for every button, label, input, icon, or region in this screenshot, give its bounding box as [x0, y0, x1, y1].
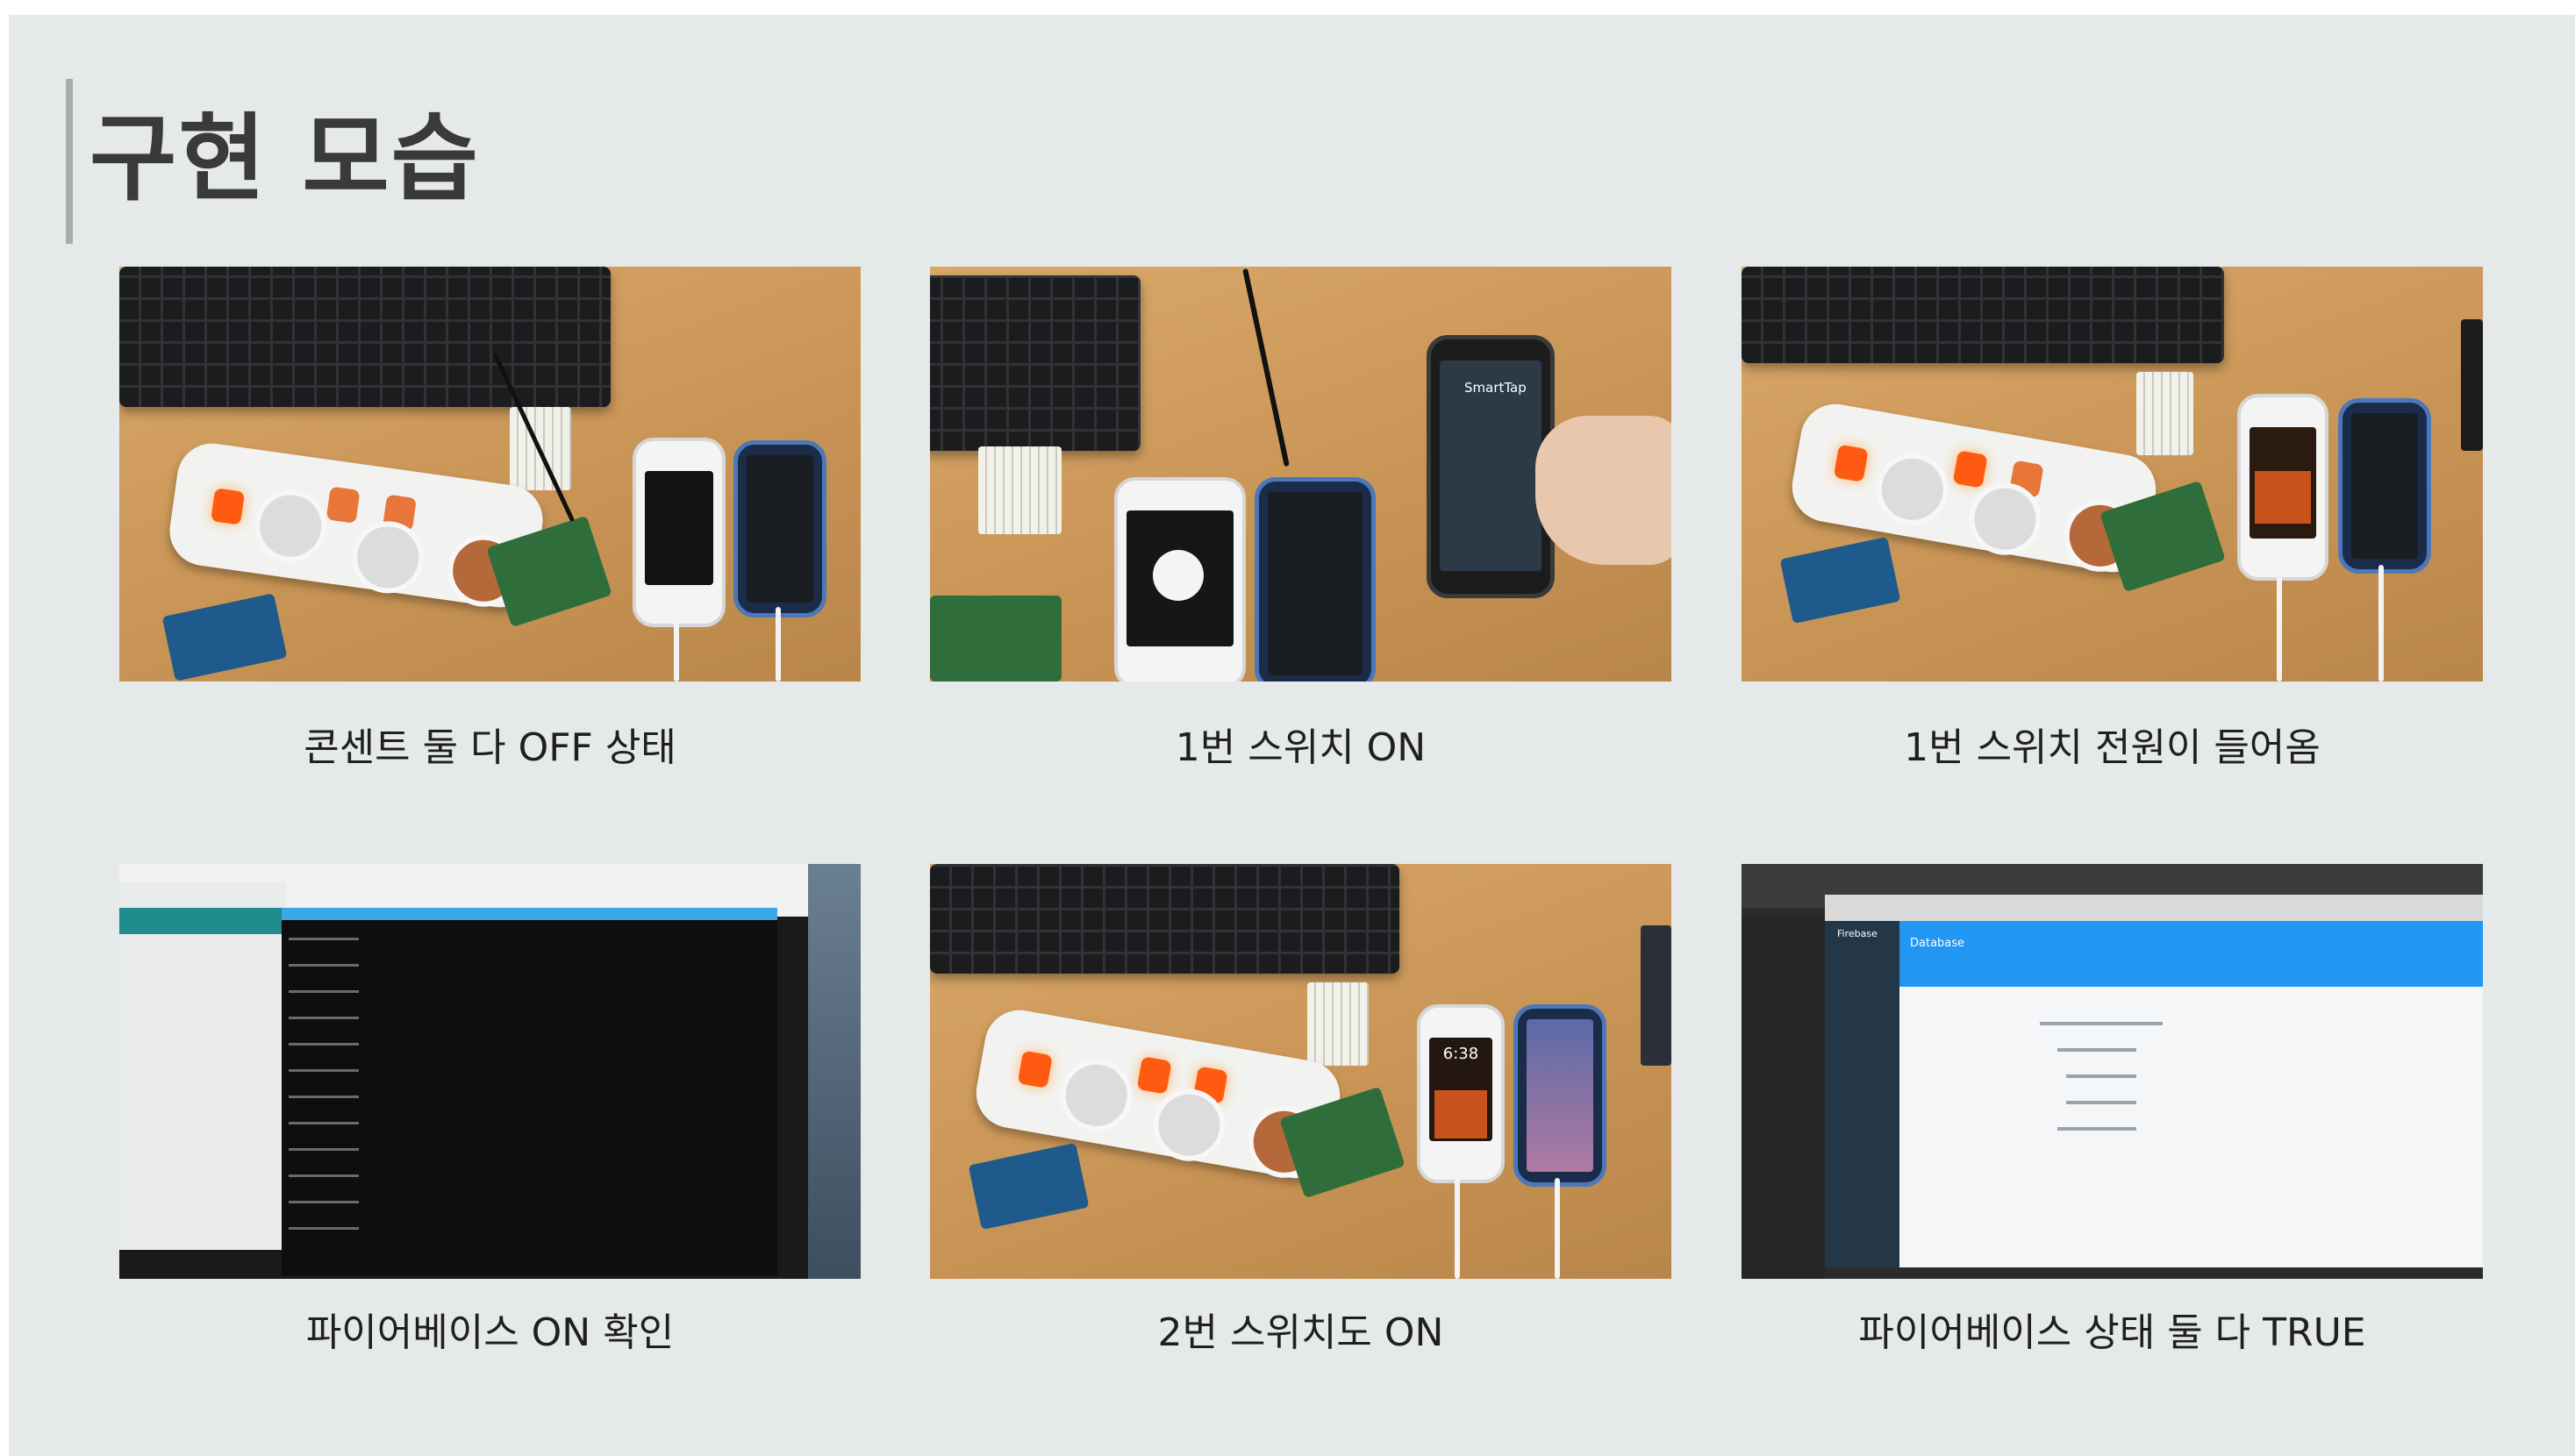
- caption-3: 1번 스위치 전원이 들어옴: [1904, 725, 2321, 770]
- caption-6: 파이어베이스 상태 둘 다 TRUE: [1858, 1310, 2366, 1355]
- photo-switch1-power: [1742, 267, 2483, 682]
- caption-4: 파이어베이스 ON 확인: [305, 1310, 675, 1355]
- firebase-section: Database: [1910, 937, 1965, 950]
- caption-2: 1번 스위치 ON: [1175, 725, 1427, 770]
- page-title: 구현 모습: [89, 104, 481, 214]
- photo-switch1-on: SmartTap: [930, 267, 1671, 682]
- smarttap-app-label: SmartTap: [1464, 380, 1527, 396]
- slide: 구현 모습 콘센트 둘 다 OFF 상태 SmartTap 1번 스위치 ON …: [9, 15, 2575, 1456]
- phone-clock: 6:38: [1442, 1045, 1479, 1063]
- photo-firebase-on: [119, 864, 861, 1279]
- photo-firebase-true: Firebase Database: [1742, 864, 2483, 1279]
- title-accent-bar: [66, 79, 73, 244]
- photo-outlets-off: [119, 267, 861, 682]
- photo-switch2-on: 6:38: [930, 864, 1671, 1279]
- caption-5: 2번 스위치도 ON: [1157, 1310, 1444, 1355]
- caption-1: 콘센트 둘 다 OFF 상태: [304, 725, 676, 770]
- firebase-brand: Firebase: [1837, 928, 1878, 939]
